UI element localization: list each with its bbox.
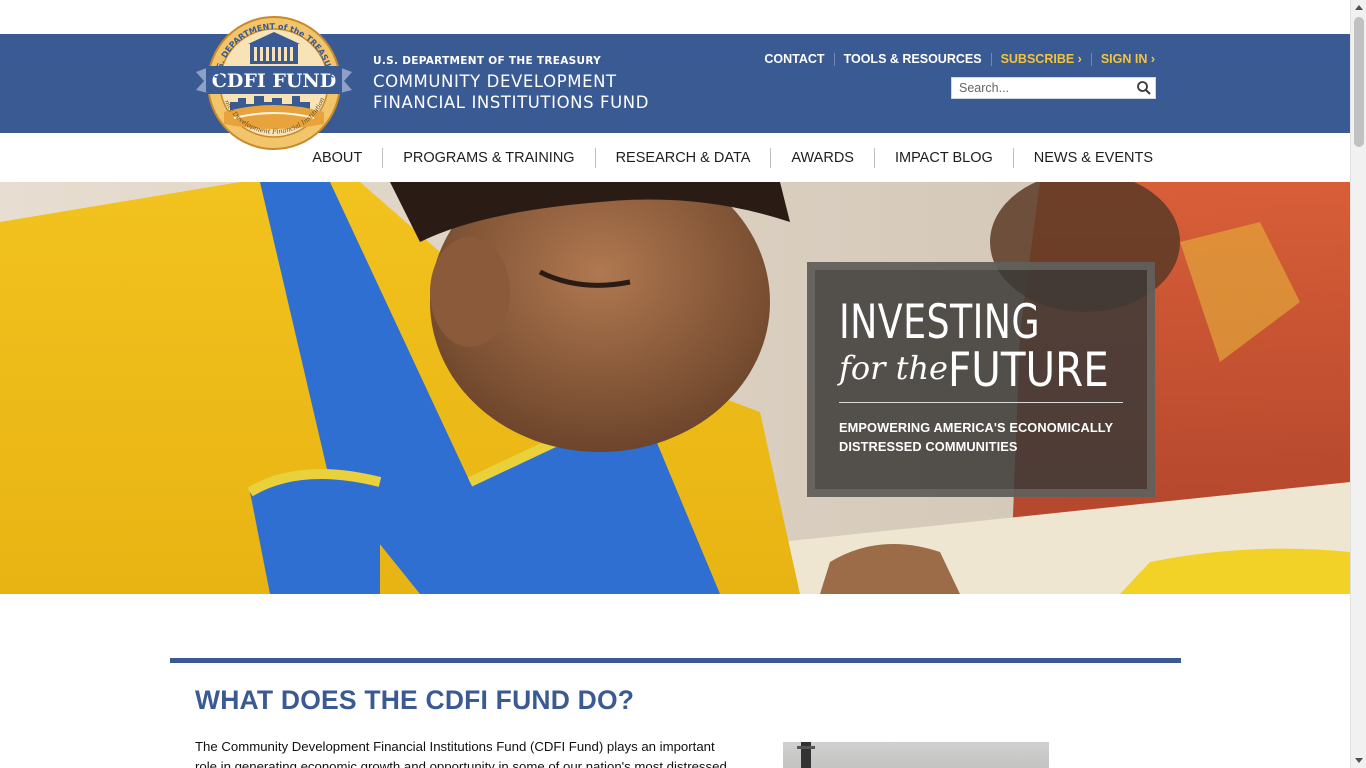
cdfi-seal-logo[interactable]: CDFI FUND U.S. DEPARTMENT of the TREASUR…	[194, 14, 354, 152]
site-brand[interactable]: U.S. DEPARTMENT OF THE TREASURY COMMUNIT…	[373, 55, 649, 113]
nav-item-programs-training[interactable]: PROGRAMS & TRAINING	[382, 147, 594, 168]
hero-title-line1: INVESTING	[839, 295, 1041, 350]
utility-nav: CONTACT TOOLS & RESOURCES SUBSCRIBE › SI…	[755, 53, 1155, 66]
section-title: WHAT DOES THE CDFI FUND DO?	[195, 685, 635, 715]
section-body-text: The Community Development Financial Inst…	[195, 739, 727, 768]
scroll-up-arrow-icon[interactable]	[1351, 0, 1366, 16]
seal-center-text: CDFI FUND	[212, 70, 337, 92]
vertical-scrollbar[interactable]	[1350, 0, 1366, 768]
scroll-down-arrow-icon[interactable]	[1351, 752, 1366, 768]
hero-banner: INVESTING for the FUTURE EMPOWERING AMER…	[0, 182, 1350, 594]
nav-item-news-events[interactable]: NEWS & EVENTS	[1012, 147, 1153, 168]
org-name-line1: COMMUNITY DEVELOPMENT	[373, 72, 617, 91]
page: CDFI FUND U.S. DEPARTMENT of the TREASUR…	[0, 0, 1350, 768]
search-icon[interactable]	[1136, 80, 1152, 96]
nav-item-research-data[interactable]: RESEARCH & DATA	[594, 147, 771, 168]
nav-item-awards[interactable]: AWARDS	[770, 147, 874, 168]
section-image	[783, 742, 1049, 768]
hero-title-italic: for the	[839, 349, 948, 387]
section-divider	[170, 658, 1181, 663]
org-name-line2: FINANCIAL INSTITUTIONS FUND	[373, 93, 650, 112]
main-nav-list: ABOUT PROGRAMS & TRAINING RESEARCH & DAT…	[292, 133, 1153, 182]
search-input[interactable]	[952, 78, 1134, 98]
tools-resources-link[interactable]: TOOLS & RESOURCES	[833, 53, 991, 66]
scrollbar-thumb[interactable]	[1354, 17, 1364, 147]
hero-divider	[839, 402, 1123, 403]
subscribe-link[interactable]: SUBSCRIBE ›	[990, 53, 1091, 66]
hero-subtitle: EMPOWERING AMERICA'S ECONOMICALLY DISTRE…	[839, 420, 1113, 454]
search-box	[951, 77, 1156, 99]
hero-card: INVESTING for the FUTURE EMPOWERING AMER…	[807, 262, 1155, 497]
nav-item-impact-blog[interactable]: IMPACT BLOG	[873, 147, 1013, 168]
contact-link[interactable]: CONTACT	[755, 53, 833, 66]
department-label: U.S. DEPARTMENT OF THE TREASURY	[373, 55, 602, 67]
sign-in-link[interactable]: SIGN IN ›	[1090, 53, 1155, 66]
hero-title-line2: FUTURE	[948, 343, 1109, 398]
